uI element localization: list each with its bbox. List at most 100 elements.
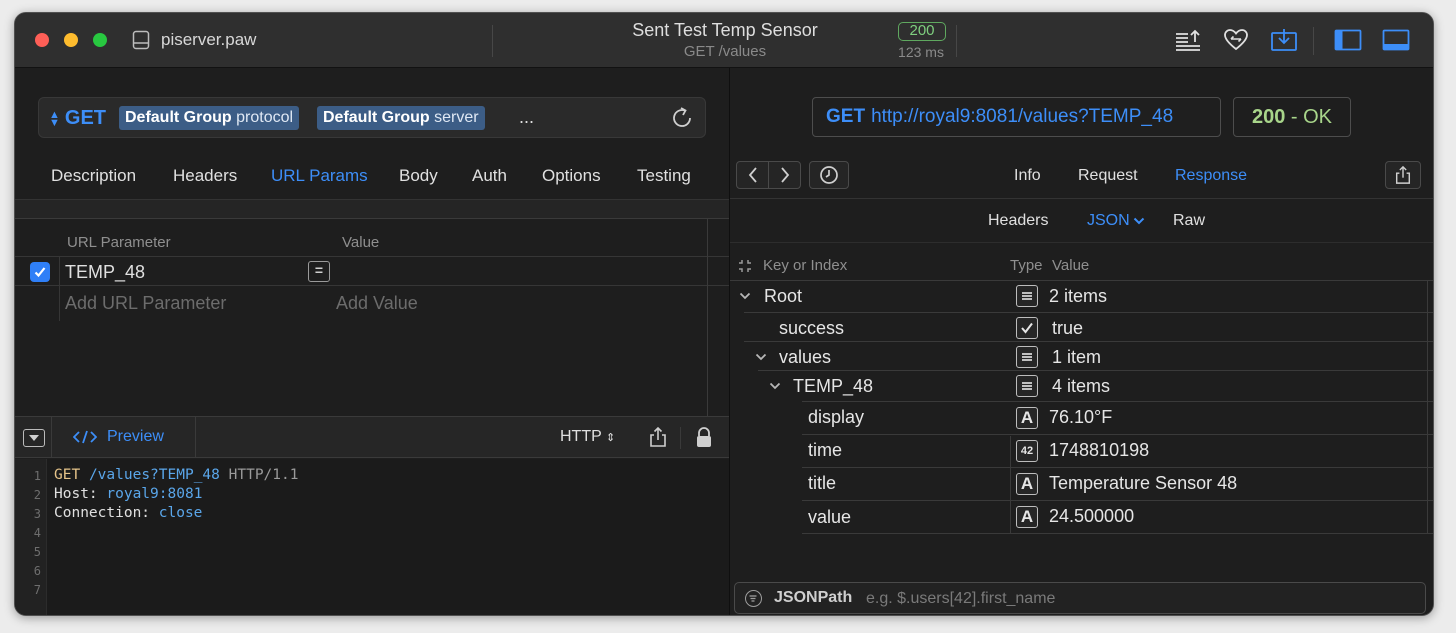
minimize-window-button[interactable] [64,33,78,47]
url-token-group: Default Group [125,109,232,126]
url-token-protocol[interactable]: Default Group protocol [119,106,300,130]
table-row: TEMP_48 = [15,256,729,286]
chevron-down-icon[interactable] [769,382,781,390]
panel-bottom-icon[interactable] [1381,26,1411,54]
chevron-down-icon[interactable] [755,353,767,361]
column-header-value: Value [342,234,380,251]
subtab-headers[interactable]: Headers [988,212,1048,230]
url-token-name: protocol [236,109,294,126]
tree-value: true [1052,318,1084,338]
add-param-value-input[interactable]: Add Value [336,293,418,314]
close-window-button[interactable] [35,33,49,47]
line-number: 4 [33,526,41,540]
tab-headers[interactable]: Headers [173,166,237,186]
tab-body[interactable]: Body [399,166,438,186]
response-url[interactable]: GET http://royal9:8081/values?TEMP_48 [812,97,1221,137]
toolbar-divider [680,427,681,449]
equals-icon[interactable]: = [308,261,330,282]
tree-value: 76.10°F [1049,407,1113,427]
code-header-value: royal9:8081 [106,486,203,502]
tree-value: 24.500000 [1049,506,1135,526]
param-enabled-checkbox[interactable] [30,262,50,282]
back-button[interactable] [736,161,769,189]
code-header-name: Host: [54,486,98,502]
jsonpath-filter[interactable]: JSONPath e.g. $.users[42].first_name [734,582,1426,614]
tree-row-values[interactable]: values 1 item [744,341,1433,373]
tree-key: success [779,318,845,338]
lock-icon[interactable] [694,426,714,448]
line-number: 3 [33,507,41,521]
chevron-down-icon[interactable] [739,292,751,300]
toolbar-divider [195,417,196,458]
collapse-preview-button[interactable] [23,429,45,447]
tree-value: 1748810198 [1049,440,1150,460]
tree-key: title [808,473,837,493]
tree-row-root[interactable]: Root 2 items [730,280,1433,312]
share-response-button[interactable] [1385,161,1421,189]
preview-toolbar: Preview HTTP ⇕ [15,416,729,458]
preview-label: Preview [107,428,164,445]
filter-icon [745,590,762,607]
tree-row-success[interactable]: success true [744,312,1433,344]
history-button[interactable] [809,161,849,189]
add-param-key-input[interactable]: Add URL Parameter [65,293,226,314]
param-key[interactable]: TEMP_48 [65,262,145,283]
import-icon[interactable] [1269,26,1299,54]
heart-sync-icon[interactable] [1221,26,1251,54]
format-label: HTTP [560,428,602,445]
tab-request[interactable]: Request [1078,167,1138,185]
tree-row-title[interactable]: title A Temperature Sensor 48 [802,467,1433,500]
sidebar-left-icon[interactable] [1333,26,1363,54]
tab-options[interactable]: Options [542,166,601,186]
column-header-key: URL Parameter [67,234,171,251]
expand-collapse-all-icon[interactable] [738,259,752,273]
subtab-json[interactable]: JSON [1087,212,1145,230]
url-token-server[interactable]: Default Group server [317,106,485,130]
forward-button[interactable] [768,161,801,189]
share-icon [1395,165,1411,184]
subtab-json-label: JSON [1087,212,1130,229]
response-subtabs: Headers JSON Raw [730,198,1433,242]
tree-row-display[interactable]: display A 76.10°F [802,401,1433,434]
string-type-icon: A [1016,506,1038,528]
subtab-raw[interactable]: Raw [1173,212,1205,230]
url-token-group: Default Group [323,109,430,126]
response-time: 123 ms [898,44,944,60]
export-icon[interactable] [1173,26,1203,54]
response-url-text: http://royal9:8081/values?TEMP_48 [871,106,1174,127]
triangle-down-icon [29,435,39,441]
column-header-key: Key or Index [763,257,848,274]
tree-value: 1 item [1052,347,1102,367]
tree-key: time [808,440,843,460]
preview-tab[interactable]: Preview [73,428,164,446]
tree-value: 2 items [1049,286,1108,306]
code-line: GET /values?TEMP_48 HTTP/1.1 [54,467,298,483]
code-icon [73,430,97,444]
refresh-icon[interactable] [669,105,695,131]
url-bar[interactable]: ▲ ▼ GET Default Group protocol Default Gr… [38,97,706,138]
tab-auth[interactable]: Auth [472,166,507,186]
request-title: Sent Test Temp Sensor [632,20,818,40]
jsonpath-label: JSONPath [774,589,853,606]
tree-row-value[interactable]: value A 24.500000 [802,500,1433,534]
jsonpath-input[interactable]: e.g. $.users[42].first_name [866,590,1055,608]
response-method: GET [826,106,866,127]
tab-testing[interactable]: Testing [637,166,691,186]
url-token-name: server [434,109,479,126]
share-icon[interactable] [648,426,668,448]
response-status-code: 200 [1251,106,1286,128]
tab-response[interactable]: Response [1175,167,1247,185]
format-selector[interactable]: HTTP ⇕ [560,428,615,446]
tree-row-temp48[interactable]: TEMP_48 4 items [758,370,1433,402]
chevron-left-icon [748,167,757,183]
tab-url-params[interactable]: URL Params [271,166,368,186]
tree-key: display [808,407,865,427]
tab-description[interactable]: Description [51,166,136,186]
tab-info[interactable]: Info [1014,167,1041,185]
object-type-icon [1016,346,1038,368]
code-header-name: Connection: [54,505,151,521]
method-selector[interactable]: ▲ ▼ GET [49,107,106,130]
scrollbar-track [1427,280,1428,534]
zoom-window-button[interactable] [93,33,107,47]
tree-row-time[interactable]: time 42 1748810198 [802,434,1433,467]
